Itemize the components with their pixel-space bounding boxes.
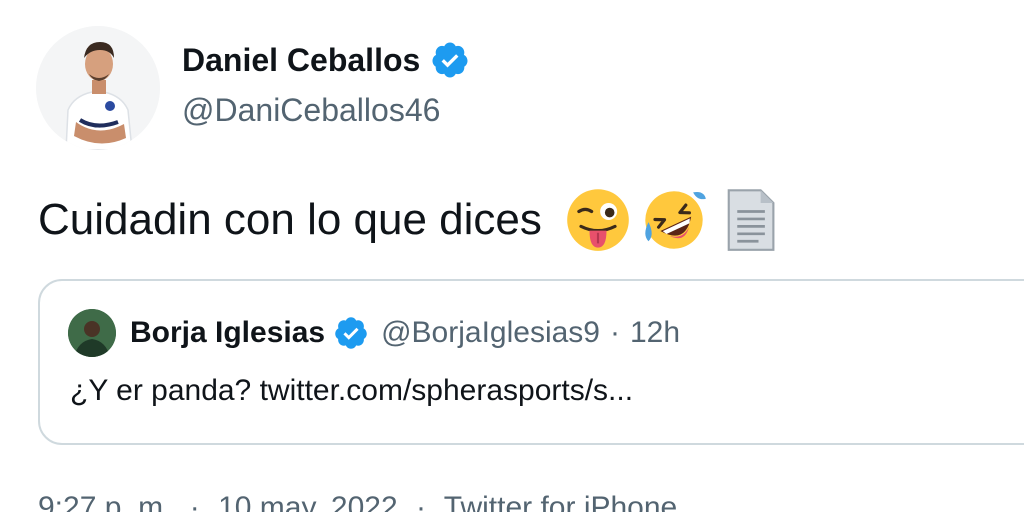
meta-separator: · bbox=[416, 491, 426, 512]
page-facing-up-emoji-icon bbox=[727, 189, 775, 251]
author-name[interactable]: Daniel Ceballos bbox=[182, 38, 470, 82]
player-avatar-icon bbox=[68, 309, 116, 357]
quoted-author-handle[interactable]: @BorjaIglesias9 bbox=[381, 311, 600, 355]
tweet-date[interactable]: 10 may. 2022 bbox=[218, 491, 398, 512]
author-avatar[interactable] bbox=[36, 26, 160, 150]
winking-tongue-emoji-icon bbox=[567, 189, 629, 251]
tweet-source: Twitter for iPhone bbox=[443, 491, 678, 512]
quoted-timestamp[interactable]: 12h bbox=[630, 311, 680, 355]
author-handle[interactable]: @DaniCeballos46 bbox=[182, 88, 440, 132]
quoted-author-name[interactable]: Borja Iglesias bbox=[130, 311, 325, 355]
tweet-card: Daniel Ceballos @DaniCeballos46 Cuidadin… bbox=[0, 0, 1024, 512]
tweet-text-content: Cuidadin con lo que dices bbox=[38, 195, 542, 244]
author-name-text[interactable]: Daniel Ceballos bbox=[182, 38, 420, 82]
verified-badge-icon bbox=[335, 317, 367, 349]
meta-separator: · bbox=[189, 491, 200, 512]
rolling-laughing-emoji-icon bbox=[645, 191, 706, 249]
tweet-text: Cuidadin con lo que dices bbox=[38, 186, 784, 254]
quoted-author-avatar[interactable] bbox=[68, 309, 116, 357]
quoted-text: ¿Y er panda? twitter.com/spherasports/s.… bbox=[70, 374, 634, 407]
tweet-meta: 9:27 p. m. · 10 may. 2022 · Twitter for … bbox=[38, 486, 677, 512]
verified-badge-icon bbox=[432, 42, 468, 78]
quoted-header: Borja Iglesias @BorjaIglesias9 · 12h bbox=[130, 311, 680, 355]
quoted-separator: · bbox=[610, 316, 620, 349]
quoted-tweet[interactable]: Borja Iglesias @BorjaIglesias9 · 12h ¿Y … bbox=[38, 279, 1024, 445]
tweet-time[interactable]: 9:27 p. m. bbox=[38, 491, 171, 512]
player-portrait-icon bbox=[36, 26, 160, 150]
